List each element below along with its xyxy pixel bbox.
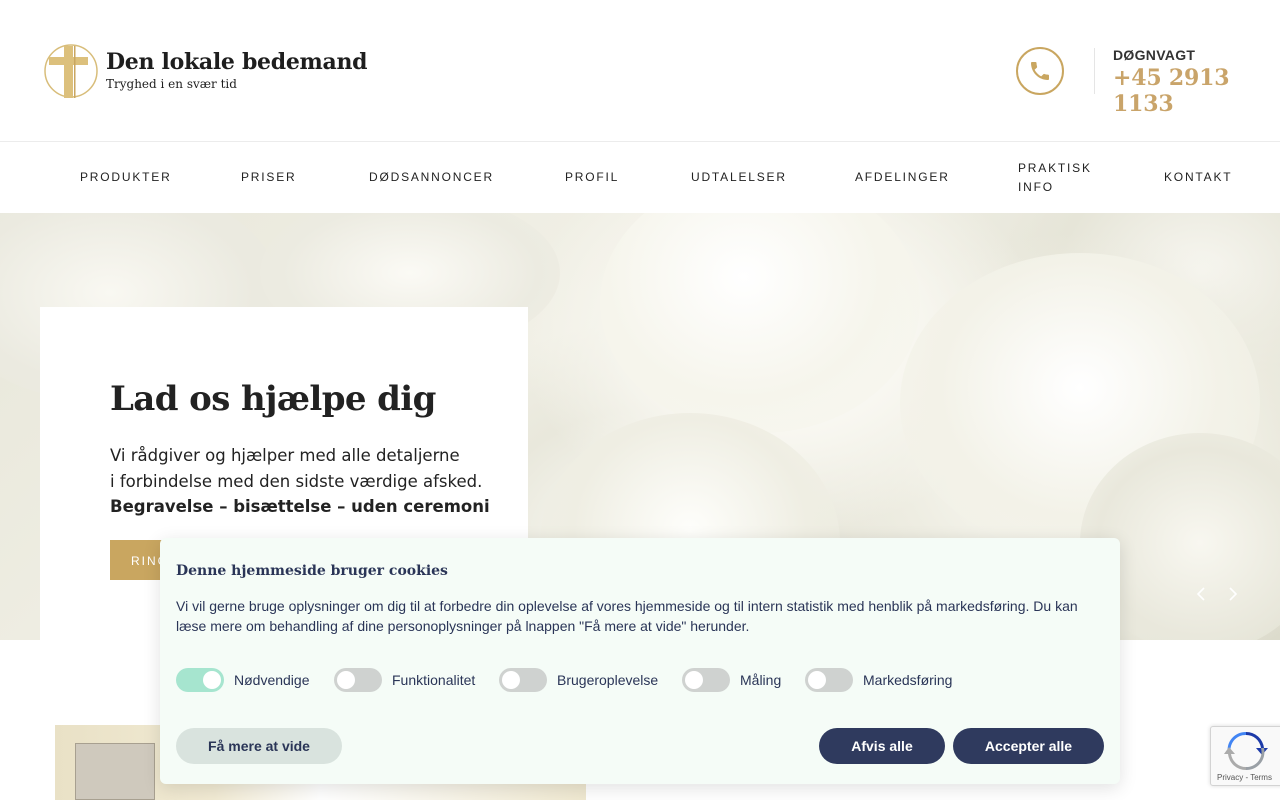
nav-item-dodsannoncer[interactable]: DØDSANNONCER bbox=[369, 168, 494, 187]
toggle-label-user-experience: Brugeroplevelse bbox=[557, 672, 659, 688]
slider-next-icon[interactable] bbox=[1229, 587, 1238, 601]
site-header: Den lokale bedemand Tryghed i en svær ti… bbox=[0, 0, 1280, 142]
toggle-knob bbox=[203, 671, 221, 689]
phone-button[interactable] bbox=[1016, 47, 1064, 95]
cookie-description: Vi vil gerne bruge oplysninger om dig ti… bbox=[176, 598, 1078, 634]
toggle-switch-user-experience[interactable] bbox=[499, 668, 547, 692]
cookie-banner: Denne hjemmeside bruger cookies Vi vil g… bbox=[160, 538, 1120, 784]
toggle-label-functionality: Funktionalitet bbox=[392, 672, 476, 688]
nav-item-kontakt[interactable]: KONTAKT bbox=[1164, 168, 1232, 187]
hotline-label: DØGNVAGT bbox=[1113, 47, 1196, 63]
toggle-switch-measurement[interactable] bbox=[682, 668, 730, 692]
recaptcha-badge[interactable]: Privacy - Terms bbox=[1210, 726, 1280, 786]
brand-tagline: Tryghed i en svær tid bbox=[106, 77, 237, 92]
hero-title: Lad os hjælpe dig bbox=[110, 379, 436, 419]
hotline[interactable]: DØGNVAGT +45 2913 1133 bbox=[1113, 47, 1280, 117]
toggle-switch-marketing[interactable] bbox=[805, 668, 853, 692]
nav-item-profil[interactable]: PROFIL bbox=[565, 168, 619, 187]
toggle-knob bbox=[685, 671, 703, 689]
toggle-knob bbox=[337, 671, 355, 689]
recaptcha-icon bbox=[1224, 731, 1268, 771]
toggle-knob bbox=[808, 671, 826, 689]
site-logo[interactable]: Den lokale bedemand Tryghed i en svær ti… bbox=[42, 42, 368, 100]
toggle-switch-necessary[interactable] bbox=[176, 668, 224, 692]
nav-item-afdelinger[interactable]: AFDELINGER bbox=[855, 168, 950, 187]
toggle-label-marketing: Markedsføring bbox=[863, 672, 953, 688]
phone-icon bbox=[1031, 62, 1049, 80]
hero-flower-image bbox=[600, 213, 920, 433]
nav-item-praktisk-line1: PRAKTISK bbox=[1018, 161, 1092, 175]
cross-logo-icon bbox=[44, 44, 98, 98]
slider-prev-icon[interactable] bbox=[1196, 587, 1205, 601]
nav-item-priser[interactable]: PRISER bbox=[241, 168, 296, 187]
cookie-title: Denne hjemmeside bruger cookies bbox=[176, 563, 448, 579]
hero-services: Begravelse – bisættelse – uden ceremoni bbox=[110, 497, 490, 516]
logo-text: Den lokale bedemand Tryghed i en svær ti… bbox=[106, 48, 368, 92]
brand-name: Den lokale bedemand bbox=[106, 48, 368, 75]
hotline-number[interactable]: +45 2913 1133 bbox=[1113, 65, 1280, 117]
reject-all-button[interactable]: Afvis alle bbox=[819, 728, 945, 764]
main-nav: PRODUKTER PRISER DØDSANNONCER PROFIL UDT… bbox=[0, 143, 1280, 213]
header-divider bbox=[1094, 48, 1095, 94]
nav-item-udtalelser[interactable]: UDTALELSER bbox=[691, 168, 787, 187]
toggle-label-necessary: Nødvendige bbox=[234, 672, 310, 688]
nav-item-praktisk-line2: INFO bbox=[1018, 180, 1054, 194]
accept-all-button[interactable]: Accepter alle bbox=[953, 728, 1104, 764]
product-image-frame bbox=[75, 743, 155, 800]
toggle-necessary[interactable]: Nødvendige bbox=[176, 668, 310, 692]
toggle-knob bbox=[502, 671, 520, 689]
nav-item-produkter[interactable]: PRODUKTER bbox=[80, 168, 172, 187]
toggle-switch-functionality[interactable] bbox=[334, 668, 382, 692]
toggle-measurement[interactable]: Måling bbox=[682, 668, 781, 692]
hero-line-1: Vi rådgiver og hjælper med alle detaljer… bbox=[110, 446, 460, 465]
toggle-user-experience[interactable]: Brugeroplevelse bbox=[499, 668, 658, 692]
toggle-label-measurement: Måling bbox=[740, 672, 782, 688]
hero-line-2: i forbindelse med den sidste værdige afs… bbox=[110, 471, 483, 491]
learn-more-button[interactable]: Få mere at vide bbox=[176, 728, 342, 764]
hero-body: Vi rådgiver og hjælper med alle detaljer… bbox=[110, 443, 490, 520]
toggle-functionality[interactable]: Funktionalitet bbox=[334, 668, 475, 692]
recaptcha-links[interactable]: Privacy - Terms bbox=[1217, 773, 1272, 782]
slider-arrows bbox=[1196, 587, 1238, 601]
nav-item-praktisk-info[interactable]: PRAKTISK INFO bbox=[1018, 159, 1092, 197]
toggle-marketing[interactable]: Markedsføring bbox=[805, 668, 952, 692]
